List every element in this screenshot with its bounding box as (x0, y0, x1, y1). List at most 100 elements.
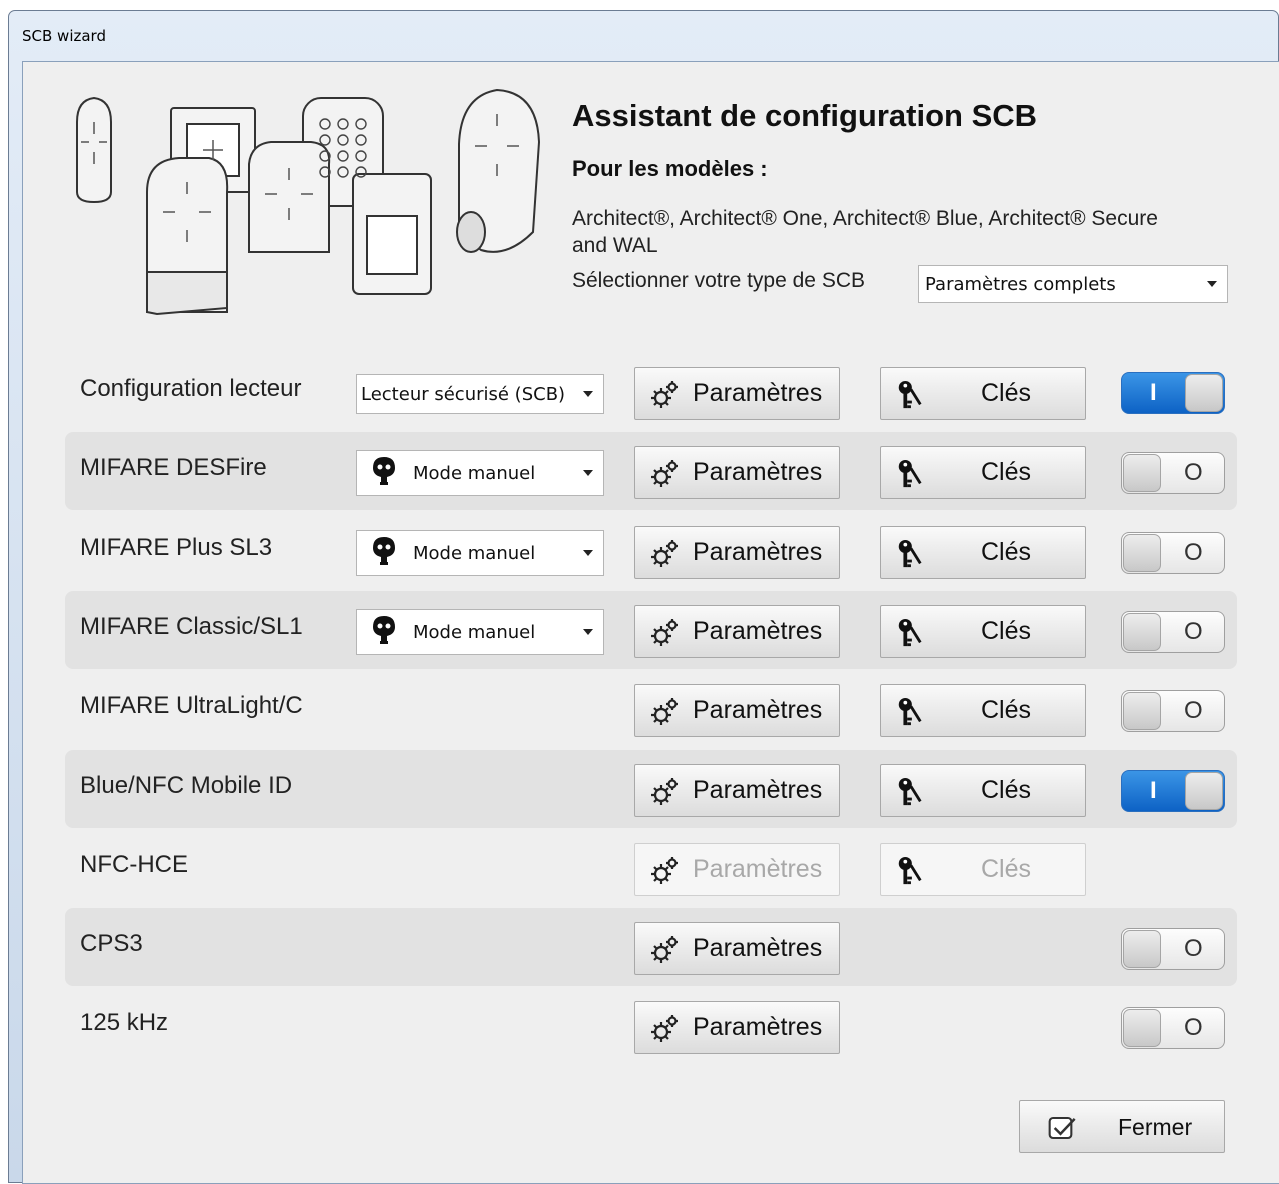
keys-button[interactable]: Clés (880, 605, 1086, 658)
keys-icon (898, 539, 922, 568)
keys-button[interactable]: Clés (880, 526, 1086, 579)
setting-row: Blue/NFC Mobile ID Paramètres Clés I (65, 750, 1237, 828)
gear-icon (651, 460, 678, 487)
row-label: MIFARE UltraLight/C (80, 692, 303, 719)
toggle-state-text: I (1150, 379, 1157, 406)
parameters-button[interactable]: Paramètres (634, 764, 840, 817)
parameters-button-label: Paramètres (693, 458, 823, 486)
keys-icon (898, 380, 922, 409)
toggle-knob (1123, 1009, 1161, 1047)
close-button[interactable]: Fermer (1019, 1100, 1225, 1153)
setting-row: MIFARE DESFire Mode manuel Paramètres Clés O (65, 432, 1237, 510)
mode-dropdown[interactable]: Mode manuel (356, 609, 604, 655)
mode-value: Mode manuel (413, 462, 536, 484)
keys-button-label: Clés (981, 538, 1032, 566)
gear-icon (651, 857, 678, 884)
setting-row: Configuration lecteur Lecteur sécurisé (S… (65, 353, 1237, 431)
reader-mode-value: Lecteur sécurisé (SCB) (361, 383, 566, 405)
keys-button-label: Clés (981, 617, 1032, 645)
checkbox-check-icon (1048, 1116, 1076, 1140)
parameters-button[interactable]: Paramètres (634, 526, 840, 579)
mode-icon (373, 616, 395, 644)
parameters-button[interactable]: Paramètres (634, 843, 840, 896)
chevron-down-icon (583, 391, 593, 397)
enable-toggle[interactable]: O (1121, 532, 1225, 574)
enable-toggle[interactable]: O (1121, 1007, 1225, 1049)
gear-icon (651, 540, 678, 567)
enable-toggle[interactable]: I (1121, 770, 1225, 812)
scb-type-dropdown[interactable]: Paramètres complets (918, 265, 1228, 303)
dialog-window: SCB wizard Assistant de configuration SC… (8, 10, 1279, 1184)
mode-value: Mode manuel (413, 621, 536, 643)
toggle-knob (1123, 454, 1161, 492)
toggle-knob (1123, 613, 1161, 651)
toggle-state-text: O (1184, 539, 1203, 566)
parameters-button[interactable]: Paramètres (634, 922, 840, 975)
enable-toggle[interactable]: I (1121, 372, 1225, 414)
toggle-state-text: O (1184, 459, 1203, 486)
keys-icon (898, 618, 922, 647)
row-label: MIFARE DESFire (80, 454, 267, 481)
parameters-button[interactable]: Paramètres (634, 1001, 840, 1054)
supported-models-text: Architect®, Architect® One, Architect® B… (572, 207, 1158, 257)
mode-icon (373, 457, 395, 485)
parameters-button-label: Paramètres (693, 776, 823, 804)
toggle-state-text: O (1184, 618, 1203, 645)
keys-button[interactable]: Clés (880, 764, 1086, 817)
parameters-button[interactable]: Paramètres (634, 446, 840, 499)
mode-dropdown[interactable]: Mode manuel (356, 450, 604, 496)
parameters-button-label: Paramètres (693, 934, 823, 962)
parameters-button[interactable]: Paramètres (634, 605, 840, 658)
mode-value: Mode manuel (413, 542, 536, 564)
setting-row: MIFARE UltraLight/C Paramètres Clés O (65, 670, 1237, 748)
dialog-content: Assistant de configuration SCB Pour les … (22, 61, 1279, 1184)
toggle-knob (1123, 930, 1161, 968)
row-label: Blue/NFC Mobile ID (80, 772, 293, 799)
reader-mode-dropdown[interactable]: Lecteur sécurisé (SCB) (356, 374, 604, 414)
toggle-knob (1185, 374, 1223, 412)
row-label: MIFARE Classic/SL1 (80, 613, 303, 640)
enable-toggle[interactable]: O (1121, 928, 1225, 970)
parameters-button-label: Paramètres (693, 617, 823, 645)
reader-models-illustration (76, 88, 541, 316)
chevron-down-icon (583, 629, 593, 635)
parameters-button-label: Paramètres (693, 1013, 823, 1041)
keys-icon (898, 856, 922, 885)
keys-button-label: Clés (981, 458, 1032, 486)
row-label: NFC-HCE (80, 851, 188, 878)
keys-button-label: Clés (981, 855, 1032, 883)
toggle-knob (1185, 772, 1223, 810)
mode-dropdown[interactable]: Mode manuel (356, 530, 604, 576)
chevron-down-icon (1207, 281, 1217, 287)
chevron-down-icon (583, 550, 593, 556)
models-heading: Pour les modèles : (572, 156, 768, 181)
gear-icon (651, 698, 678, 725)
title-bar[interactable]: SCB wizard (9, 11, 1278, 61)
row-label: 125 kHz (80, 1009, 169, 1036)
chevron-down-icon (583, 470, 593, 476)
enable-toggle[interactable]: O (1121, 611, 1225, 653)
gear-icon (651, 778, 678, 805)
row-label: Configuration lecteur (80, 375, 302, 402)
parameters-button-label: Paramètres (693, 855, 823, 883)
setting-row: NFC-HCE Paramètres Clés (65, 829, 1237, 907)
enable-toggle[interactable]: O (1121, 452, 1225, 494)
keys-button-label: Clés (981, 696, 1032, 724)
parameters-button[interactable]: Paramètres (634, 684, 840, 737)
enable-toggle[interactable]: O (1121, 690, 1225, 732)
toggle-state-text: O (1184, 697, 1203, 724)
close-button-label: Fermer (1118, 1114, 1193, 1140)
mode-icon (373, 537, 395, 565)
setting-row: 125 kHz Paramètres O (65, 987, 1237, 1065)
parameters-button-label: Paramètres (693, 538, 823, 566)
gear-icon (651, 381, 678, 408)
parameters-button-label: Paramètres (693, 696, 823, 724)
keys-button[interactable]: Clés (880, 684, 1086, 737)
keys-button[interactable]: Clés (880, 367, 1086, 420)
window-title: SCB wizard (22, 27, 106, 45)
keys-button[interactable]: Clés (880, 843, 1086, 896)
keys-button[interactable]: Clés (880, 446, 1086, 499)
parameters-button-label: Paramètres (693, 379, 823, 407)
parameters-button[interactable]: Paramètres (634, 367, 840, 420)
toggle-knob (1123, 534, 1161, 572)
